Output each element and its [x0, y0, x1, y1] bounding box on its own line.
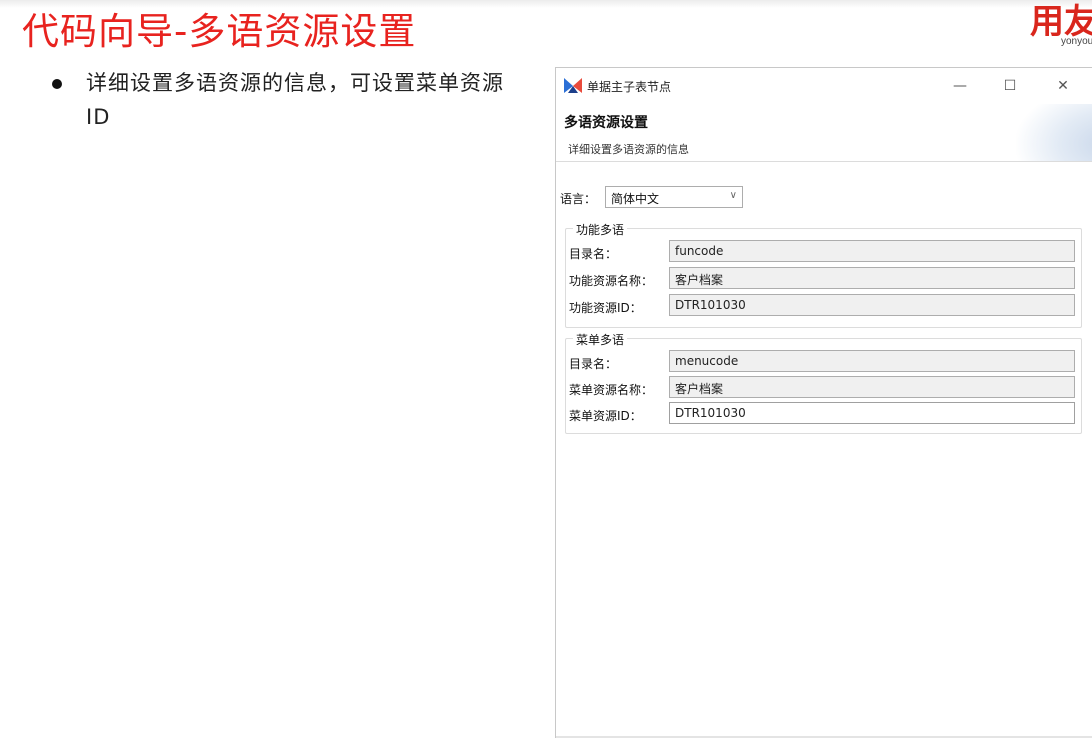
menu-dir-value: menucode [675, 354, 739, 368]
bullet-text: 详细设置多语资源的信息，可设置菜单资源ID [86, 71, 504, 129]
menu-id-input[interactable]: DTR101030 [669, 402, 1075, 424]
maximize-button[interactable]: ☐ [990, 74, 1030, 98]
function-name-value: 客户档案 [675, 273, 724, 287]
app-icon [564, 78, 582, 97]
section-description: 详细设置多语资源的信息 [568, 143, 689, 156]
menu-id-value: DTR101030 [675, 406, 746, 420]
section-title: 多语资源设置 [564, 115, 648, 131]
function-id-field[interactable]: DTR101030 [669, 294, 1075, 316]
group-title-menu: 菜单多语 [573, 331, 628, 348]
group-title-function: 功能多语 [573, 221, 628, 238]
bullet-dot [52, 79, 62, 89]
window-title: 单据主子表节点 [587, 80, 672, 94]
function-name-field[interactable]: 客户档案 [669, 267, 1075, 289]
header-banner: 多语资源设置 详细设置多语资源的信息 [556, 104, 1092, 162]
close-button[interactable]: ✕ [1043, 74, 1083, 98]
menu-name-label: 菜单资源名称： [569, 383, 654, 397]
function-dir-value: funcode [675, 244, 724, 258]
banner-decoration [1016, 104, 1092, 161]
title-bar[interactable]: 单据主子表节点 — ☐ ✕ [556, 68, 1092, 104]
menu-name-value: 客户档案 [675, 382, 724, 396]
wizard-dialog: 单据主子表节点 — ☐ ✕ 多语资源设置 详细设置多语资源的信息 语言： 简体中… [555, 67, 1092, 738]
logo-text-en: yonyou [1061, 36, 1092, 47]
minimize-button[interactable]: — [940, 74, 980, 98]
chevron-down-icon: ∨ [729, 190, 737, 201]
menu-multilang-group: 菜单多语 目录名： menucode 菜单资源名称： 客户档案 菜单资源ID： … [565, 331, 1082, 434]
menu-dir-label: 目录名： [569, 357, 618, 371]
menu-name-field[interactable]: 客户档案 [669, 376, 1075, 398]
function-name-label: 功能资源名称： [569, 274, 654, 288]
function-dir-label: 目录名： [569, 247, 618, 261]
yonyou-logo: 用友 yonyou [1030, 0, 1092, 48]
slide-title: 代码向导-多语资源设置 [22, 10, 417, 53]
menu-id-label: 菜单资源ID： [569, 409, 642, 423]
function-id-value: DTR101030 [675, 298, 746, 312]
language-select[interactable]: 简体中文 ∨ [605, 186, 743, 208]
function-dir-field[interactable]: funcode [669, 240, 1075, 262]
menu-dir-field[interactable]: menucode [669, 350, 1075, 372]
language-label: 语言： [560, 192, 597, 206]
function-id-label: 功能资源ID： [569, 301, 642, 315]
language-select-value: 简体中文 [611, 192, 660, 206]
function-multilang-group: 功能多语 目录名： funcode 功能资源名称： 客户档案 功能资源ID： D… [565, 221, 1082, 328]
